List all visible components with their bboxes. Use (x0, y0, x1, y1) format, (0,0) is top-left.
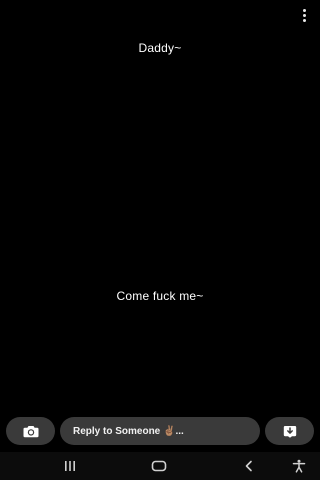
recent-apps-icon (65, 461, 75, 471)
camera-button[interactable] (6, 417, 55, 445)
story-screen: Daddy~ Come fuck me~ Reply to Someone ✌🏽… (0, 0, 320, 480)
accessibility-icon (292, 459, 306, 473)
camera-icon (23, 425, 38, 437)
reply-placeholder: Reply to Someone ✌🏽... (73, 425, 184, 437)
system-nav-bar (0, 452, 320, 480)
accessibility-button[interactable] (284, 452, 314, 480)
story-caption-middle: Come fuck me~ (116, 289, 204, 303)
download-icon (283, 425, 296, 438)
home-button[interactable] (144, 452, 174, 480)
back-button[interactable] (234, 452, 264, 480)
download-button[interactable] (265, 417, 314, 445)
more-vertical-icon (302, 8, 306, 12)
recent-apps-button[interactable] (55, 452, 85, 480)
home-icon (151, 460, 167, 472)
reply-bar: Reply to Someone ✌🏽... (0, 417, 320, 445)
back-icon (245, 460, 252, 472)
reply-input[interactable]: Reply to Someone ✌🏽... (60, 417, 260, 445)
more-options-button[interactable] (296, 6, 312, 24)
story-caption-top: Daddy~ (138, 41, 182, 55)
